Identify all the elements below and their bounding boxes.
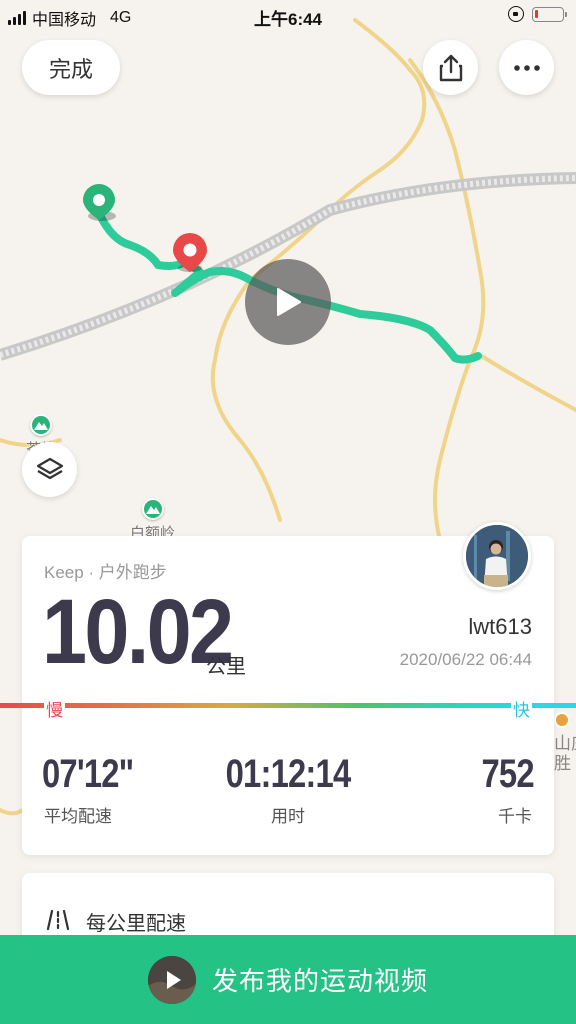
battery-icon [532,6,567,22]
avg-pace-label: 平均配速 [44,807,112,826]
video-thumbnail [147,955,196,1004]
mountain-icon [30,414,52,436]
status-time: 上午6:44 [253,10,323,29]
per-km-title: 每公里配速 [86,913,186,935]
status-right [508,6,567,22]
more-button[interactable] [499,40,554,95]
activity-type: Keep · 户外跑步 [44,563,167,582]
distance-unit: 公里 [206,656,246,678]
pace-slow-label: 慢 [44,696,65,721]
mountain-icon [141,498,164,520]
summary-card: Keep · 户外跑步 10.02 公里 lwt613 2020/06/22 0… [0,522,576,855]
publish-video-button[interactable]: 发布我的运动视频 [0,935,576,1024]
orientation-lock-icon [508,6,524,22]
play-icon [277,288,301,316]
map-side-label-top: 山庄 [554,734,576,753]
calories-value: 752 [481,752,535,796]
avatar[interactable] [463,522,531,590]
share-button[interactable] [423,40,478,95]
play-button[interactable] [245,259,331,345]
username: lwt613 [468,614,532,639]
pace-gradient-bar [0,703,576,708]
poi-marker-orange [554,712,570,728]
calories-label: 千卡 [498,807,532,826]
layers-icon [36,457,63,479]
avatar-photo [466,525,528,587]
publish-video-label: 发布我的运动视频 [211,966,428,996]
video-play-icon [147,955,196,1004]
more-icon [513,64,540,71]
avg-pace-value: 07'12" [42,752,134,796]
road-icon [46,909,70,931]
duration-label: 用时 [271,807,305,826]
map-side-label: 山庄 胜 [554,734,576,774]
map-side-label-bottom: 胜 [554,754,571,773]
done-button[interactable]: 完成 [22,40,120,95]
activity-datetime: 2020/06/22 06:44 [399,650,532,669]
status-bar: 中国移动 4G 上午6:44 [0,0,576,32]
distance-value: 10.02 [42,581,234,683]
map-canvas [0,18,576,816]
map-layers-button[interactable] [22,442,77,497]
route-map[interactable]: 茶笼 白额岭 山庄 胜 [0,0,576,1024]
duration-value: 01:12:14 [225,752,352,796]
share-icon [439,54,462,81]
pace-fast-label: 快 [511,696,532,721]
start-marker-icon [83,184,116,221]
